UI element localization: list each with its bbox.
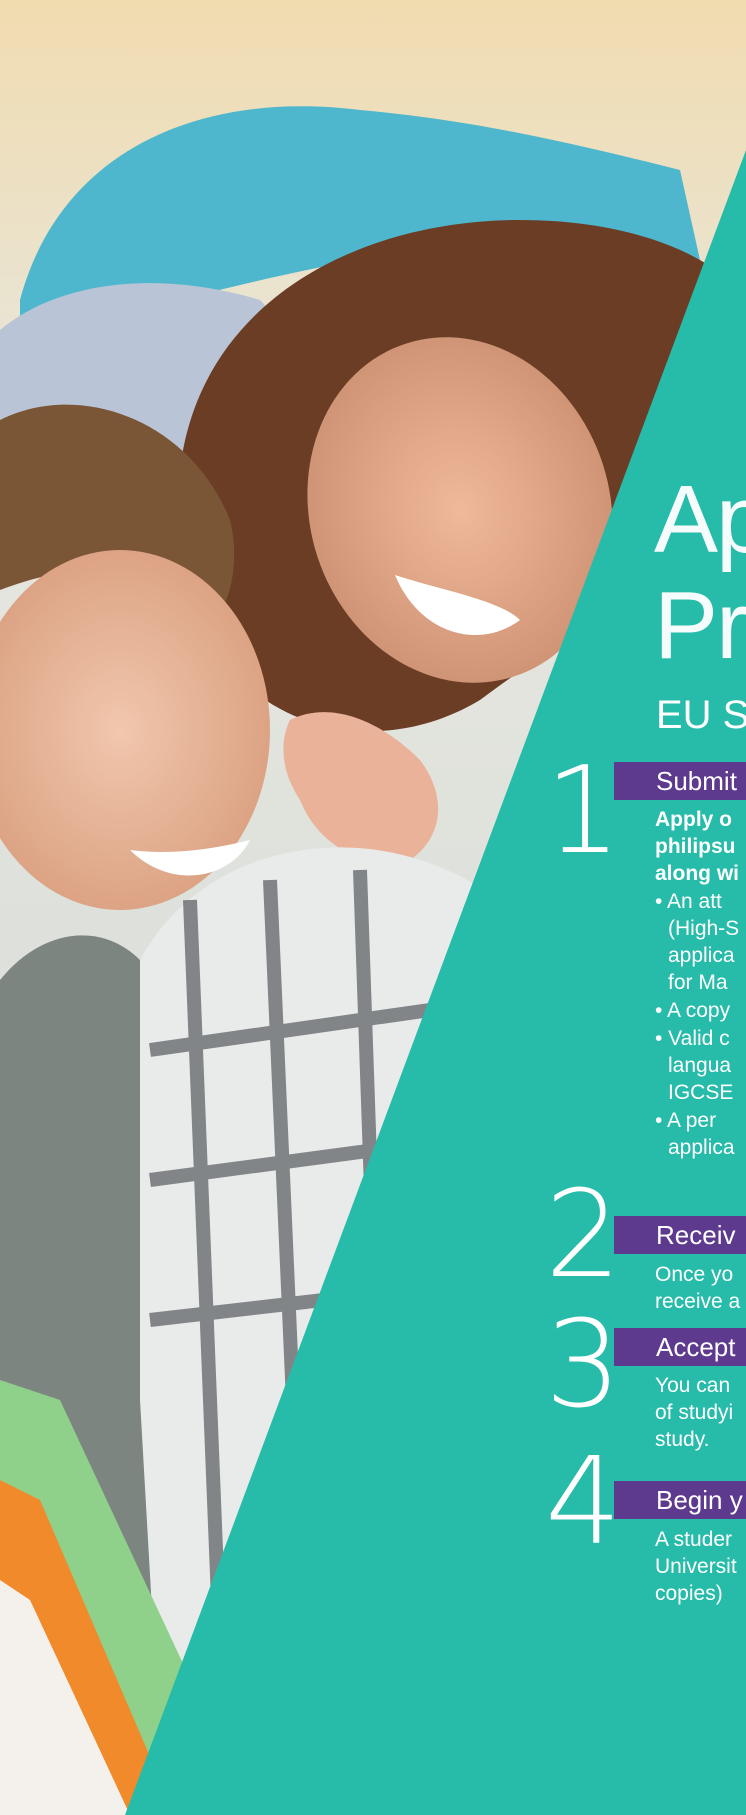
step-1-intro-2: philipsu bbox=[655, 835, 736, 858]
step-number-1: 1 bbox=[545, 742, 622, 881]
step-1-intro-3: along wi bbox=[655, 862, 739, 885]
title-line-1: Ap bbox=[654, 466, 746, 573]
step-3-body-2: of studyi bbox=[655, 1401, 734, 1424]
step-1-intro-1: Apply o bbox=[655, 808, 732, 831]
step-1-bullet-2-line-1: • A copy bbox=[655, 999, 731, 1022]
step-2-body-2: receive a bbox=[655, 1290, 741, 1313]
step-2-body-1: Once yo bbox=[655, 1263, 734, 1286]
step-number-4: 4 bbox=[545, 1433, 622, 1572]
hero-photo bbox=[0, 0, 746, 1815]
subtitle: EU S bbox=[656, 693, 746, 737]
step-heading-1: Submit bbox=[614, 762, 746, 800]
step-heading-4: Begin y bbox=[614, 1481, 746, 1519]
title-line-2: Pr bbox=[654, 572, 746, 679]
step-3-body-3: study. bbox=[655, 1428, 710, 1451]
step-1-bullet-1-line-4: for Ma bbox=[668, 971, 728, 994]
step-1-bullet-3-line-2: langua bbox=[668, 1054, 732, 1077]
step-heading-3: Accept bbox=[614, 1328, 746, 1366]
step-4-body-1: A studer bbox=[655, 1528, 733, 1551]
step-number-2: 2 bbox=[545, 1166, 622, 1305]
step-1-bullet-4-line-2: applica bbox=[668, 1136, 735, 1159]
step-3-body-1: You can bbox=[655, 1374, 731, 1397]
step-number-3: 3 bbox=[545, 1296, 622, 1435]
step-heading-2: Receiv bbox=[614, 1216, 746, 1254]
step-1-bullet-4-line-1: • A per bbox=[655, 1109, 717, 1132]
step-1-bullet-1-line-3: applica bbox=[668, 944, 735, 967]
step-4-body-3: copies) bbox=[655, 1582, 723, 1605]
step-1-bullet-3-line-1: • Valid c bbox=[655, 1027, 730, 1050]
step-1-bullet-1-line-2: (High-S bbox=[668, 917, 740, 940]
step-1-bullet-1-line-1: • An att bbox=[655, 890, 722, 913]
step-4-body-2: Universit bbox=[655, 1555, 737, 1578]
step-1-bullet-3-line-3: IGCSE bbox=[668, 1081, 734, 1104]
